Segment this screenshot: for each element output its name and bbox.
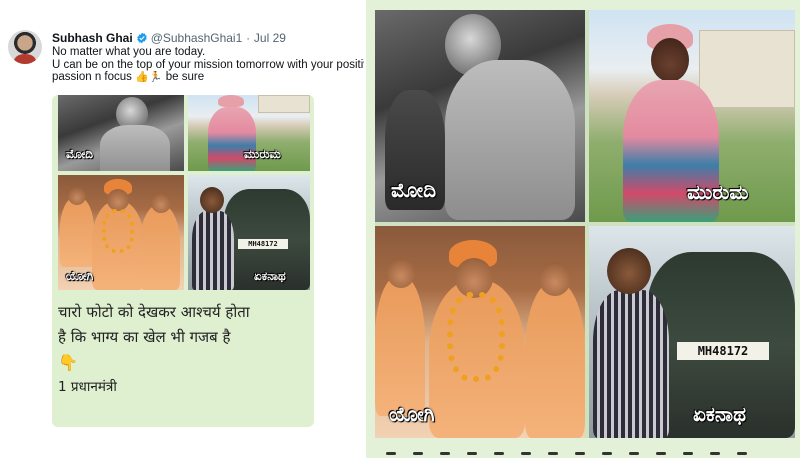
running-person-icon: 🏃: [148, 71, 163, 83]
tweet-text-fragment: be sure: [165, 71, 205, 83]
tweet-text: No matter what you are today. U can be o…: [52, 46, 364, 84]
tweet-media-image[interactable]: ಮೋದಿ ಮುರುಮ ಯೋಗಿ MH48172 ಏಕನಾಥ चारो फोटो …: [52, 95, 314, 427]
caption-list-item: 1 प्रधानमंत्री: [58, 379, 117, 395]
photo-murmu: ಮುರುಮ: [188, 95, 310, 171]
hindi-caption: चारो फोटो को देखकर आश्चर्य होता है कि भा…: [58, 300, 310, 400]
tweet-text-line: U can be on the top of your mission tomo…: [52, 58, 364, 71]
tweet-header: Subhash Ghai @SubhashGhai1 · Jul 29: [52, 31, 286, 45]
zoomed-image-card: ಮೋದಿ ಮುರುಮ ಯೋಗಿ MH48172 ಏಕನಾಥ: [366, 0, 800, 458]
photo-collage: ಮೋದಿ ಮುರುಮ ಯೋಗಿ MH48172 ಏಕನಾಥ: [375, 10, 795, 438]
photo-murmu-large: ಮುರುಮ: [589, 10, 795, 222]
photo-label-eknath-large: ಏಕನಾಥ: [693, 402, 746, 426]
license-plate: MH48172: [238, 239, 288, 249]
author-name[interactable]: Subhash Ghai: [52, 31, 133, 45]
photo-eknath-large: MH48172 ಏಕನಾಥ: [589, 226, 795, 438]
photo-eknath: MH48172 ಏಕನಾಥ: [188, 175, 310, 290]
thumbs-up-icon: 👍: [135, 71, 149, 83]
photo-yogi-large: ಯೋಗಿ: [375, 226, 585, 438]
photo-label-modi: ಮೋದಿ: [66, 147, 94, 161]
photo-modi: ಮೋದಿ: [58, 95, 184, 171]
pointing-down-icon: 👇: [58, 353, 78, 372]
photo-yogi: ಯೋಗಿ: [58, 175, 184, 290]
tweet-text-fragment: passion n focus: [52, 71, 132, 83]
tweet-text-line: No matter what you are today.: [52, 46, 206, 58]
tweet: Subhash Ghai @SubhashGhai1 · Jul 29 No ma…: [0, 0, 366, 458]
license-plate-large: MH48172: [677, 342, 769, 360]
caption-line: चारो फोटो को देखकर आश्चर्य होता: [58, 303, 250, 321]
tweet-bottom-area: [0, 427, 366, 458]
photo-label-murmu: ಮುರುಮ: [244, 147, 281, 161]
caption-line: है कि भाग्य का खेल भी गजब है: [58, 328, 231, 346]
photo-label-eknath: ಏಕನಾಥ: [254, 269, 286, 283]
cut-off-text-row: [386, 440, 786, 458]
photo-label-yogi: ಯೋಗಿ: [66, 269, 94, 283]
separator-dot: ·: [246, 31, 251, 45]
photo-modi-large: ಮೋದಿ: [375, 10, 585, 222]
verified-badge-icon: [136, 32, 147, 44]
tweet-date[interactable]: Jul 29: [254, 31, 286, 45]
author-avatar[interactable]: [8, 30, 42, 64]
photo-label-yogi-large: ಯೋಗಿ: [389, 402, 435, 426]
photo-label-murmu-large: ಮುರುಮ: [687, 180, 749, 204]
tweet-text-line: passion n focus 👍🏃 be sure: [52, 71, 364, 84]
author-handle[interactable]: @SubhashGhai1: [151, 31, 243, 45]
photo-label-modi-large: ಮೋದಿ: [391, 178, 437, 202]
